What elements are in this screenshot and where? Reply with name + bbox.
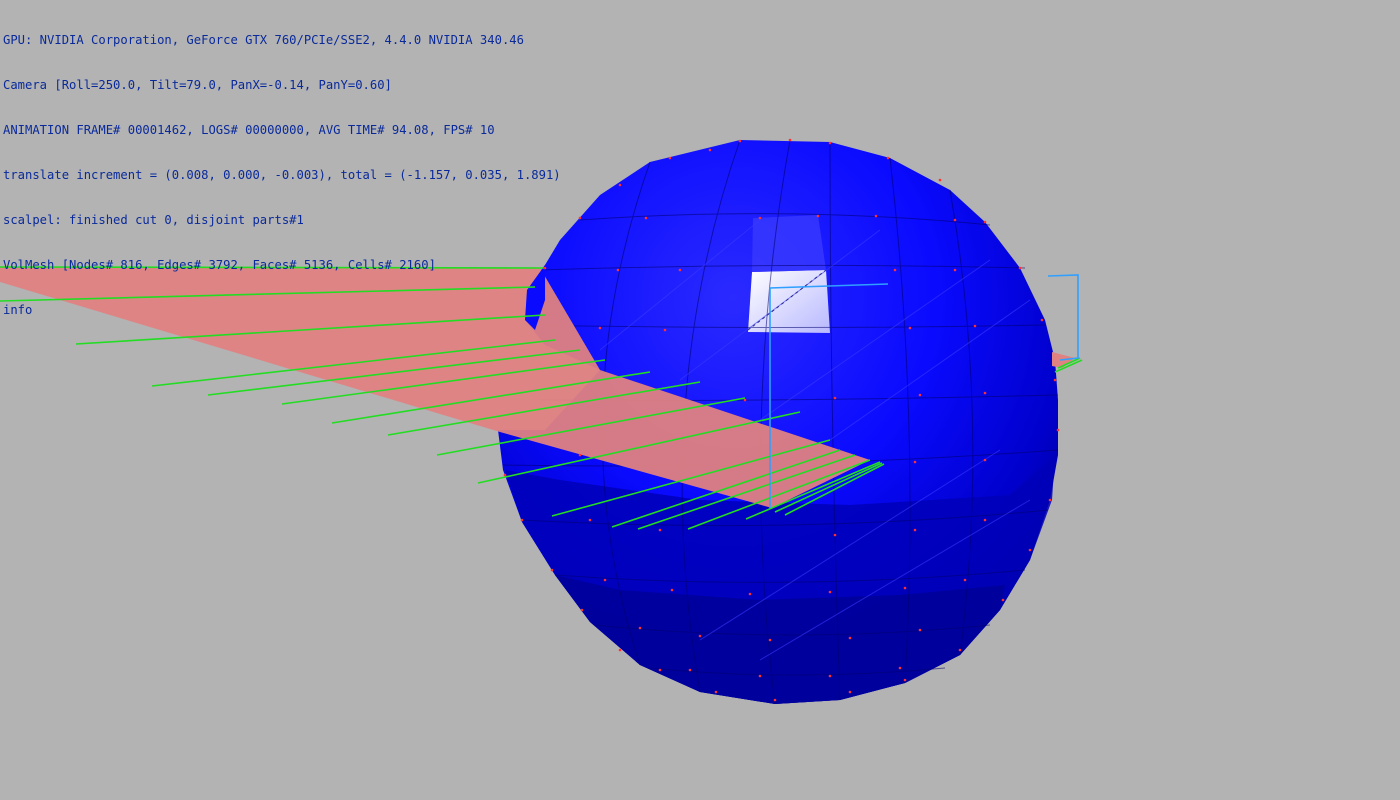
info-label: info (3, 303, 33, 317)
translate-info-line: translate increment = (0.008, 0.000, -0.… (3, 168, 561, 182)
camera-info-line: Camera [Roll=250.0, Tilt=79.0, PanX=-0.1… (3, 78, 392, 92)
scalpel-info-line: scalpel: finished cut 0, disjoint parts#… (3, 213, 304, 227)
volmesh-info-line: VolMesh [Nodes# 816, Edges# 3792, Faces#… (3, 258, 436, 272)
specular-highlight (748, 270, 830, 333)
animation-info-line: ANIMATION FRAME# 00001462, LOGS# 0000000… (3, 123, 495, 137)
gpu-info-line: GPU: NVIDIA Corporation, GeForce GTX 760… (3, 33, 524, 47)
info-overlay: GPU: NVIDIA Corporation, GeForce GTX 760… (3, 3, 561, 333)
